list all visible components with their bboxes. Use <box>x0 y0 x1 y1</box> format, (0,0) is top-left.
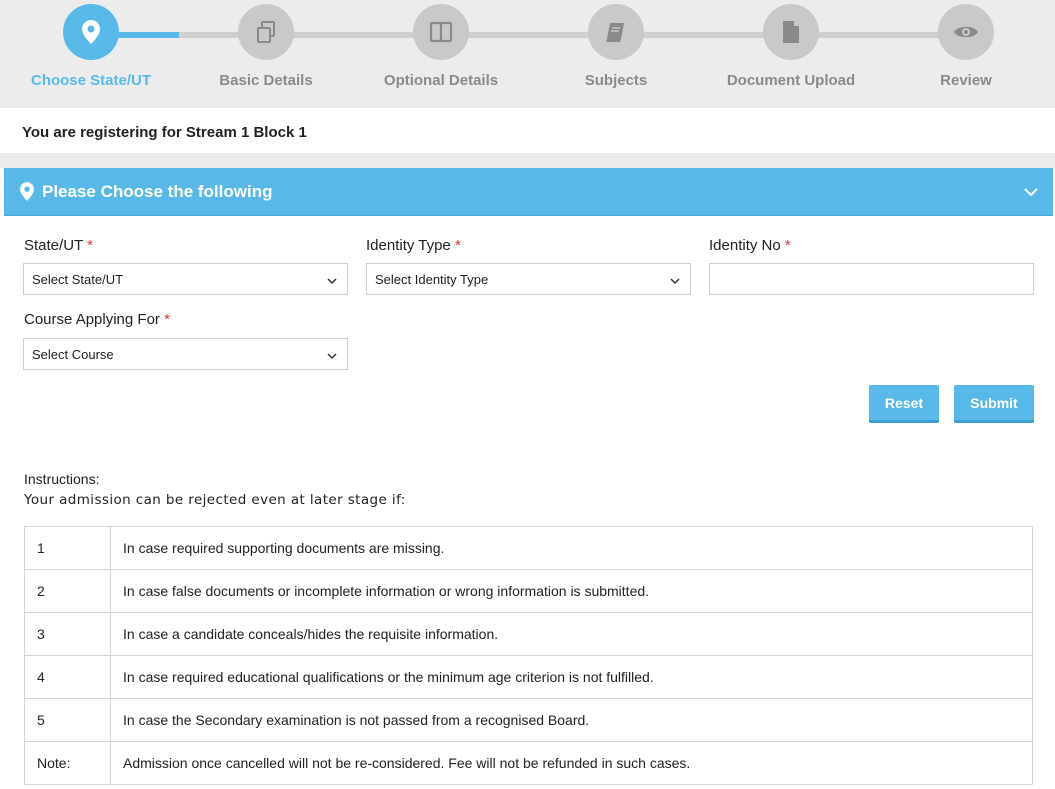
row-number: 4 <box>24 655 111 699</box>
step-label: Review <box>940 72 992 89</box>
row-text: In case false documents or incomplete in… <box>110 569 1033 613</box>
row-text: In case the Secondary examination is not… <box>110 698 1033 742</box>
table-row: 4 In case required educational qualifica… <box>24 655 1033 699</box>
identity-no-label: Identity No * <box>709 237 791 254</box>
step-label: Document Upload <box>726 72 856 89</box>
table-row: Note: Admission once cancelled will not … <box>24 741 1033 785</box>
step-label: Subjects <box>584 72 648 89</box>
panel-title: Please Choose the following <box>42 181 273 201</box>
row-text: In case required educational qualificati… <box>110 655 1033 699</box>
row-text: In case a candidate conceals/hides the r… <box>110 612 1033 656</box>
course-select[interactable]: Select Course <box>23 338 348 370</box>
step-label: Choose State/UT <box>30 72 151 89</box>
chevron-down-icon <box>327 274 337 289</box>
file-icon <box>763 4 819 60</box>
chevron-down-icon[interactable] <box>1023 184 1039 205</box>
book-icon <box>588 4 644 60</box>
submit-button[interactable]: Submit <box>954 385 1034 423</box>
row-number: 3 <box>24 612 111 656</box>
progress-stepper: Choose State/UT Basic Details Optional D… <box>0 0 1055 108</box>
row-text: Admission once cancelled will not be re-… <box>110 741 1033 785</box>
identity-type-select[interactable]: Select Identity Type <box>366 263 691 295</box>
section-divider <box>0 153 1055 168</box>
table-row: 2 In case false documents or incomplete … <box>24 569 1033 613</box>
location-pin-icon <box>63 4 119 60</box>
identity-no-input[interactable] <box>709 263 1034 295</box>
row-number: Note: <box>24 741 111 785</box>
state-select[interactable]: Select State/UT <box>23 263 348 295</box>
table-row: 5 In case the Secondary examination is n… <box>24 698 1033 742</box>
row-text: In case required supporting documents ar… <box>110 526 1033 570</box>
table-row: 1 In case required supporting documents … <box>24 526 1033 570</box>
step-subjects[interactable]: Subjects <box>541 4 691 89</box>
step-basic-details[interactable]: Basic Details <box>191 4 341 89</box>
stream-info: You are registering for Stream 1 Block 1 <box>4 110 1053 153</box>
step-document-upload[interactable]: Document Upload <box>716 4 866 89</box>
state-label: State/UT * <box>24 237 93 254</box>
documents-icon <box>238 4 294 60</box>
row-number: 5 <box>24 698 111 742</box>
step-label: Optional Details <box>383 72 499 89</box>
instructions-table: 1 In case required supporting documents … <box>24 526 1033 785</box>
chevron-down-icon <box>670 274 680 289</box>
chevron-down-icon <box>327 349 337 364</box>
step-review[interactable]: Review <box>891 4 1041 89</box>
identity-type-label: Identity Type * <box>366 237 461 254</box>
reset-button[interactable]: Reset <box>869 385 939 423</box>
columns-icon <box>413 4 469 60</box>
eye-icon <box>938 4 994 60</box>
step-optional-details[interactable]: Optional Details <box>366 4 516 89</box>
location-pin-icon <box>20 182 34 201</box>
course-label: Course Applying For * <box>24 311 170 328</box>
instructions-subtitle: Your admission can be rejected even at l… <box>24 492 406 508</box>
step-choose-state[interactable]: Choose State/UT <box>16 4 166 89</box>
row-number: 1 <box>24 526 111 570</box>
table-row: 3 In case a candidate conceals/hides the… <box>24 612 1033 656</box>
panel-header[interactable]: Please Choose the following <box>4 168 1053 216</box>
step-label: Basic Details <box>219 72 313 89</box>
row-number: 2 <box>24 569 111 613</box>
instructions-title: Instructions: <box>24 471 100 487</box>
